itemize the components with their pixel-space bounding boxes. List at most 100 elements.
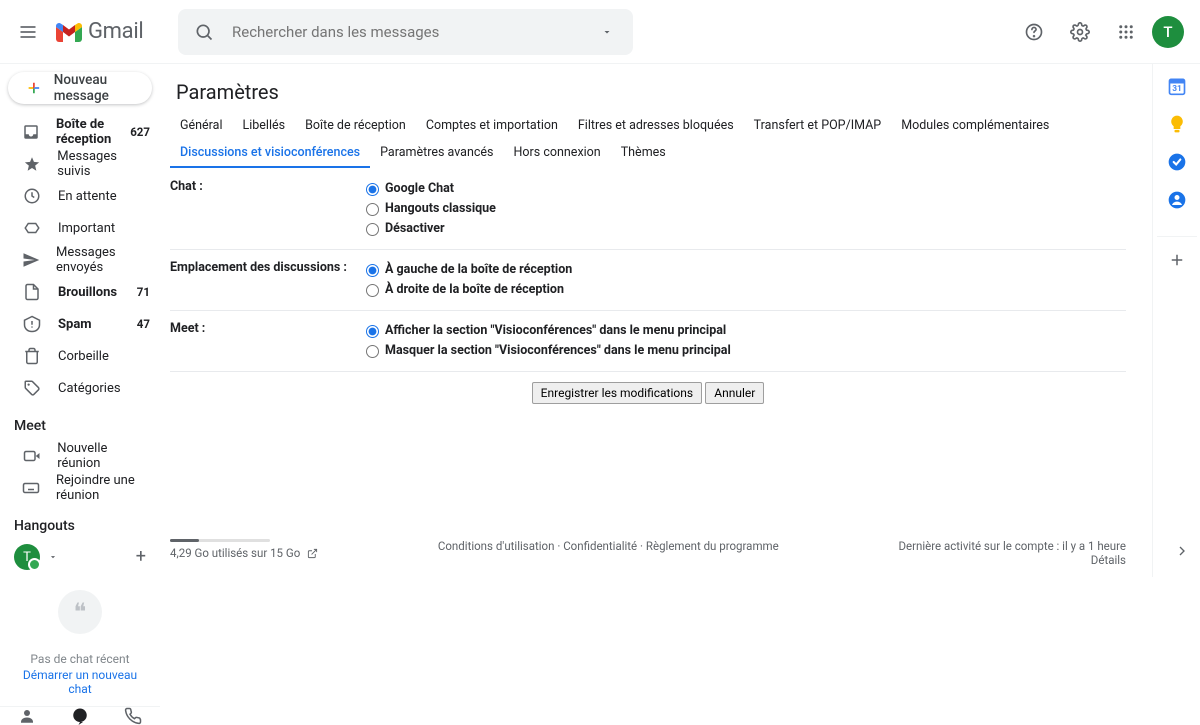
- search-input[interactable]: [224, 23, 587, 41]
- add-addon-button[interactable]: [1157, 236, 1197, 269]
- cancel-button[interactable]: Annuler: [705, 382, 764, 404]
- side-panel-toggle[interactable]: [1174, 543, 1190, 559]
- page-title: Paramètres: [170, 64, 1126, 112]
- start-chat-link[interactable]: Démarrer un nouveau chat: [10, 668, 150, 696]
- tab-9[interactable]: Hors connexion: [504, 139, 611, 168]
- footer-link-0[interactable]: Conditions d'utilisation: [438, 539, 555, 553]
- tab-7[interactable]: Discussions et visioconférences: [170, 139, 370, 168]
- tasks-icon[interactable]: [1167, 152, 1187, 172]
- meet-item-0[interactable]: Nouvelle réunion: [0, 440, 160, 472]
- radio-input[interactable]: [366, 264, 379, 277]
- tab-5[interactable]: Transfert et POP/IMAP: [744, 112, 892, 139]
- sidebar-item-arrow[interactable]: Important: [0, 212, 160, 244]
- radio-input[interactable]: [366, 223, 379, 236]
- tab-6[interactable]: Modules complémentaires: [891, 112, 1059, 139]
- hangouts-section-header: Hangouts: [0, 504, 160, 540]
- footer-link-2[interactable]: Règlement du programme: [646, 539, 779, 553]
- activity-block: Dernière activité sur le compte : il y a…: [898, 539, 1126, 567]
- details-link[interactable]: Détails: [1091, 553, 1126, 567]
- sidebar-item-label: En attente: [58, 189, 117, 204]
- sidebar-item-spam[interactable]: Spam47: [0, 308, 160, 340]
- radio-label: Désactiver: [385, 219, 445, 239]
- gmail-text: Gmail: [88, 19, 143, 44]
- footer-link-1[interactable]: Confidentialité: [563, 539, 637, 553]
- sidebar-item-count: 627: [130, 125, 150, 139]
- gear-icon: [1070, 22, 1090, 42]
- radio-option-2-0[interactable]: Afficher la section "Visioconférences" d…: [366, 321, 731, 341]
- tab-1[interactable]: Libellés: [233, 112, 296, 139]
- sidebar-item-label: Important: [58, 221, 115, 236]
- radio-input[interactable]: [366, 203, 379, 216]
- compose-button[interactable]: Nouveau message: [8, 72, 152, 104]
- support-button[interactable]: [1014, 12, 1054, 52]
- apps-button[interactable]: [1106, 12, 1146, 52]
- header: Gmail T: [0, 0, 1200, 64]
- send-icon: [22, 251, 40, 269]
- sidebar-item-file[interactable]: Brouillons71: [0, 276, 160, 308]
- caret-down-icon: [601, 26, 613, 38]
- sidebar-item-star[interactable]: Messages suivis: [0, 148, 160, 180]
- radio-input[interactable]: [366, 284, 379, 297]
- calendar-icon[interactable]: 31: [1167, 76, 1187, 96]
- hangouts-status-row[interactable]: T +: [0, 540, 160, 574]
- sidebar-item-label: Corbeille: [58, 349, 109, 364]
- help-icon: [1024, 22, 1044, 42]
- search-button[interactable]: [184, 12, 224, 52]
- section-options: À gauche de la boîte de réceptionÀ droit…: [366, 260, 572, 300]
- meet-item-1[interactable]: Rejoindre une réunion: [0, 472, 160, 504]
- tab-8[interactable]: Paramètres avancés: [370, 139, 503, 168]
- chevron-right-icon: [1174, 543, 1190, 559]
- radio-input[interactable]: [366, 345, 379, 358]
- sidebar-item-trash[interactable]: Corbeille: [0, 340, 160, 372]
- sidebar-item-clock[interactable]: En attente: [0, 180, 160, 212]
- radio-option-0-2[interactable]: Désactiver: [366, 219, 496, 239]
- hamburger-icon: [18, 22, 38, 42]
- phone-icon[interactable]: [124, 707, 142, 725]
- radio-input[interactable]: [366, 325, 379, 338]
- keep-icon[interactable]: [1167, 114, 1187, 134]
- hangouts-bubble-icon[interactable]: [71, 707, 89, 725]
- gmail-logo[interactable]: Gmail: [48, 19, 178, 44]
- radio-option-2-1[interactable]: Masquer la section "Visioconférences" da…: [366, 341, 731, 361]
- radio-option-0-0[interactable]: Google Chat: [366, 179, 496, 199]
- main-menu-button[interactable]: [8, 12, 48, 52]
- gmail-icon: [56, 22, 82, 42]
- radio-option-1-1[interactable]: À droite de la boîte de réception: [366, 280, 572, 300]
- meet-item-label: Nouvelle réunion: [57, 441, 150, 471]
- settings-button[interactable]: [1060, 12, 1100, 52]
- tab-10[interactable]: Thèmes: [611, 139, 676, 168]
- person-icon[interactable]: [18, 707, 36, 725]
- radio-input[interactable]: [366, 183, 379, 196]
- radio-label: Google Chat: [385, 179, 454, 199]
- inbox-icon: [22, 123, 40, 141]
- radio-label: Masquer la section "Visioconférences" da…: [385, 341, 731, 361]
- contacts-icon[interactable]: [1167, 190, 1187, 210]
- svg-text:31: 31: [1172, 84, 1182, 94]
- search-bar[interactable]: [178, 9, 633, 55]
- radio-option-1-0[interactable]: À gauche de la boîte de réception: [366, 260, 572, 280]
- star-icon: [22, 155, 41, 173]
- caret-down-icon[interactable]: [48, 552, 58, 562]
- header-actions: T: [1014, 12, 1184, 52]
- save-button[interactable]: Enregistrer les modifications: [532, 382, 702, 404]
- tab-0[interactable]: Général: [170, 112, 233, 139]
- radio-label: À gauche de la boîte de réception: [385, 260, 572, 280]
- search-options-button[interactable]: [587, 12, 627, 52]
- setting-section-2: Meet :Afficher la section "Visioconféren…: [170, 311, 1126, 372]
- setting-section-0: Chat :Google ChatHangouts classiqueDésac…: [170, 169, 1126, 250]
- chat-quote-icon: ❝: [58, 590, 102, 634]
- tab-3[interactable]: Comptes et importation: [416, 112, 568, 139]
- tab-2[interactable]: Boîte de réception: [295, 112, 416, 139]
- account-avatar[interactable]: T: [1152, 16, 1184, 48]
- tab-4[interactable]: Filtres et adresses bloquées: [568, 112, 744, 139]
- sidebar-item-label[interactable]: Catégories: [0, 372, 160, 404]
- open-external-icon[interactable]: [307, 548, 318, 559]
- radio-option-0-1[interactable]: Hangouts classique: [366, 199, 496, 219]
- radio-label: Afficher la section "Visioconférences" d…: [385, 321, 726, 341]
- no-chat-text: Pas de chat récent: [30, 652, 129, 666]
- sidebar-item-send[interactable]: Messages envoyés: [0, 244, 160, 276]
- sidebar-item-label: Messages suivis: [57, 149, 150, 179]
- sidebar-item-label: Boîte de réception: [56, 117, 114, 147]
- sidebar-item-inbox[interactable]: Boîte de réception 627: [0, 116, 160, 148]
- hangouts-add-button[interactable]: +: [136, 548, 146, 566]
